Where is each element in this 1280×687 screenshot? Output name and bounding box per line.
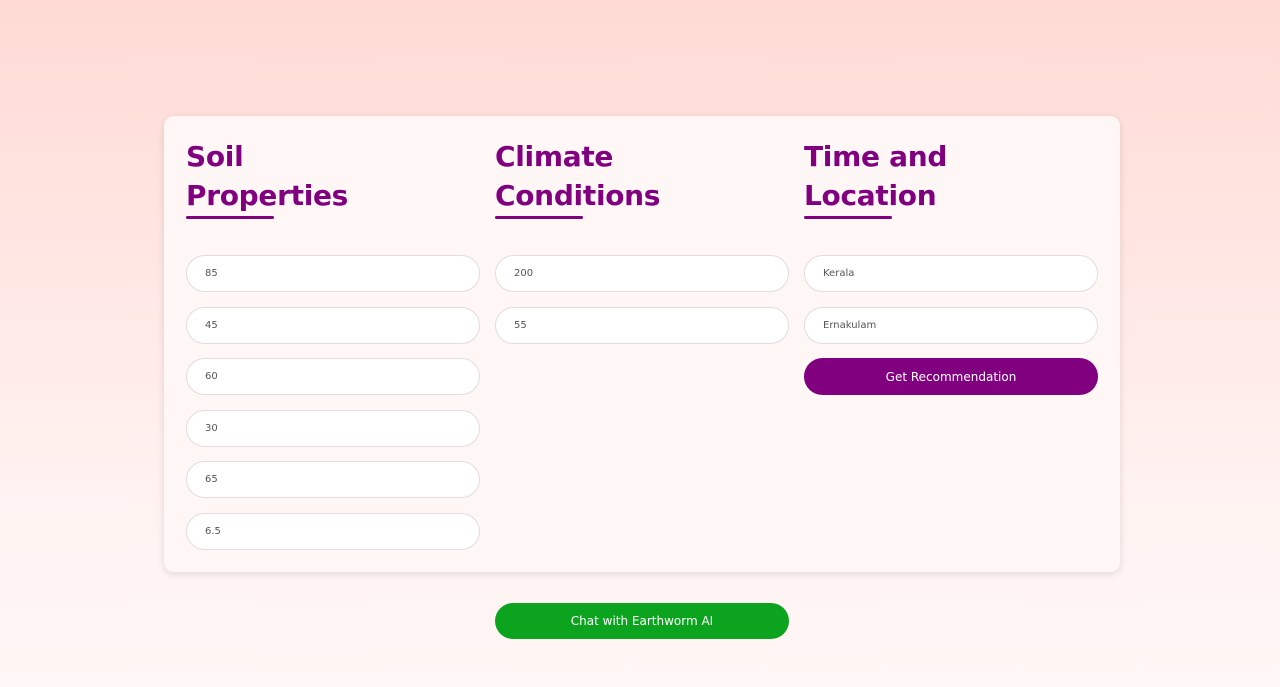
state-field[interactable]	[804, 255, 1098, 292]
heading-line: Soil	[186, 140, 244, 173]
heading-line: Time and	[804, 140, 948, 173]
heading-line: Properties	[186, 179, 349, 212]
heading-line: Location	[804, 179, 937, 212]
climate-field-2[interactable]	[495, 307, 789, 344]
chat-earthworm-ai-button[interactable]: Chat with Earthworm AI	[495, 603, 789, 639]
soil-field-1[interactable]	[186, 255, 480, 292]
soil-field-2[interactable]	[186, 307, 480, 344]
heading-line: Climate	[495, 140, 614, 173]
district-field[interactable]	[804, 307, 1098, 344]
heading-underline	[804, 216, 892, 219]
climate-field-1[interactable]	[495, 255, 789, 292]
soil-field-3[interactable]	[186, 358, 480, 395]
soil-properties-heading: Soil Properties	[186, 137, 476, 215]
soil-field-4[interactable]	[186, 410, 480, 447]
form-card: Soil Properties Climate Conditions Time …	[164, 116, 1120, 572]
soil-field-6[interactable]	[186, 513, 480, 550]
heading-line: Conditions	[495, 179, 661, 212]
heading-underline	[495, 216, 583, 219]
climate-conditions-heading: Climate Conditions	[495, 137, 785, 215]
get-recommendation-button[interactable]: Get Recommendation	[804, 358, 1098, 395]
heading-underline	[186, 216, 274, 219]
soil-field-5[interactable]	[186, 461, 480, 498]
time-location-heading: Time and Location	[804, 137, 1094, 215]
